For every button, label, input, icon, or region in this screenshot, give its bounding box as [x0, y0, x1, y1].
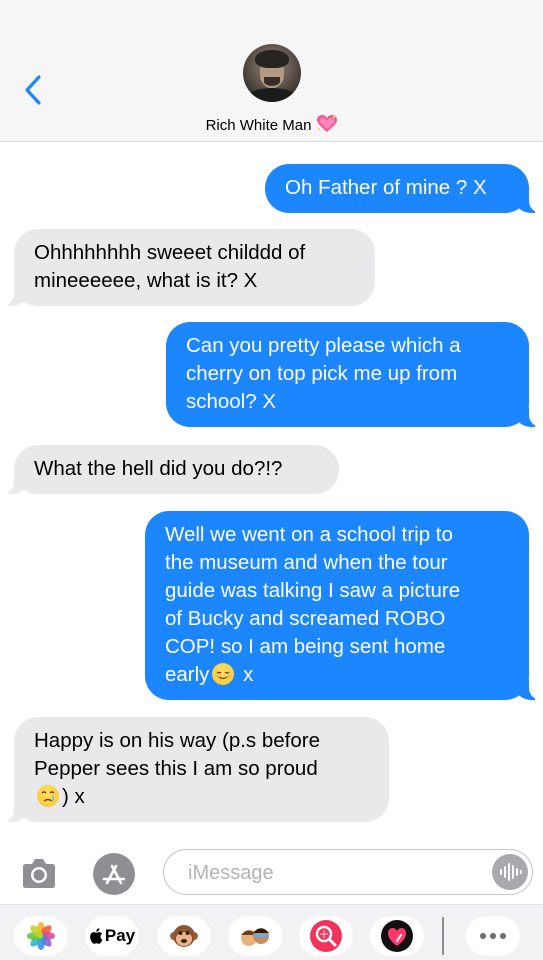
message-bubble-sent[interactable]: Well we went on a school trip to the mus… [145, 511, 543, 700]
drawer-divider [442, 917, 444, 955]
memoji-app[interactable] [228, 916, 282, 956]
app-store-button[interactable] [93, 853, 135, 895]
message-bubble-received[interactable]: Happy is on his way (p.s before Pepper s… [0, 717, 389, 822]
contact-avatar[interactable] [243, 44, 301, 102]
audio-message-button[interactable] [492, 854, 528, 890]
messages-screen: Rich White Man Oh Father of mine ? X Ohh… [0, 0, 543, 960]
message-input-placeholder: iMessage [188, 862, 274, 884]
digital-touch-app[interactable] [370, 916, 424, 956]
photos-icon [27, 922, 55, 950]
message-bubble-received[interactable]: What the hell did you do?!? [0, 445, 339, 494]
animoji-app[interactable] [157, 916, 211, 956]
relieved-face-icon [212, 663, 235, 685]
app-store-icon [102, 864, 126, 885]
chevron-left-icon [25, 75, 41, 105]
apple-logo-icon [90, 928, 103, 944]
monkey-emoji-icon [170, 925, 198, 947]
digital-touch-icon [381, 920, 413, 952]
crying-face-icon [37, 785, 59, 807]
contact-name: Rich White Man [205, 117, 312, 134]
waveform-icon [500, 863, 522, 881]
back-button[interactable] [22, 74, 46, 106]
contact-name-label[interactable]: Rich White Man [0, 115, 543, 137]
camera-button[interactable] [18, 854, 60, 892]
memoji-icon [241, 928, 269, 946]
sparkling-heart-icon [317, 115, 338, 137]
message-bubble-received[interactable]: Ohhhhhhhh sweeet childdd of mineeeeee, w… [0, 229, 375, 306]
search-images-icon [310, 920, 342, 952]
more-apps-button[interactable] [466, 916, 520, 956]
photos-app[interactable] [14, 916, 68, 956]
more-icon [480, 933, 506, 939]
message-bubble-sent[interactable]: Can you pretty please which a cherry on … [166, 322, 543, 427]
image-search-app[interactable] [299, 916, 353, 956]
message-bubble-sent[interactable]: Oh Father of mine ? X [265, 164, 543, 213]
message-input[interactable]: iMessage [163, 849, 533, 895]
conversation-header: Rich White Man [0, 0, 543, 142]
camera-icon [23, 859, 55, 888]
apple-pay-app[interactable]: Pay [85, 916, 139, 956]
app-drawer: Pay [0, 904, 543, 960]
compose-bar: iMessage [0, 842, 543, 904]
